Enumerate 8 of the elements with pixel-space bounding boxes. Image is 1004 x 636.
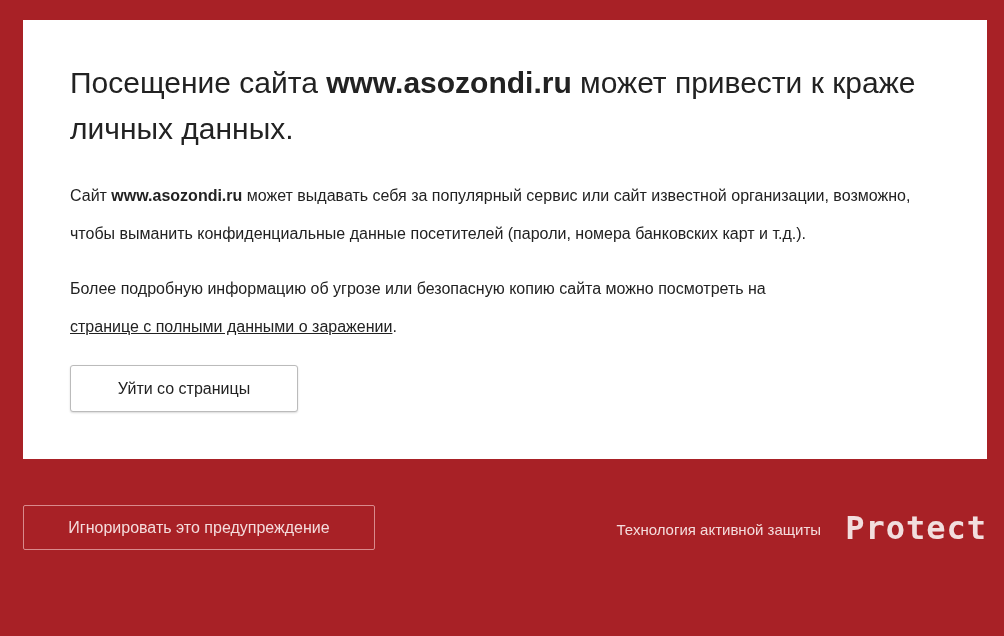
logo: Protect	[845, 508, 987, 547]
warning-description: Сайт www.asozondi.ru может выдавать себя за популярный сервис или сайт известной организации, возможно, чтобы выманить конфиденциальные данные посетителей (пароли, номера банковских карт и т.д.).	[70, 186, 912, 244]
tagline: Технология активной защиты	[616, 521, 822, 538]
warning-title: Посещение сайта www.asozondi.ru может привести к краже личных данных.	[70, 65, 917, 147]
details-text: Более подробную информацию об угрозе или безопасную копию сайта можно посмотреть на странице с полными данными о заражении.	[70, 279, 767, 337]
leave-page-button[interactable]: Уйти со страницы	[70, 365, 298, 412]
details-link[interactable]: странице с полными данными о заражении	[70, 318, 393, 335]
ignore-warning-button[interactable]: Игнорировать это предупреждение	[23, 505, 375, 550]
